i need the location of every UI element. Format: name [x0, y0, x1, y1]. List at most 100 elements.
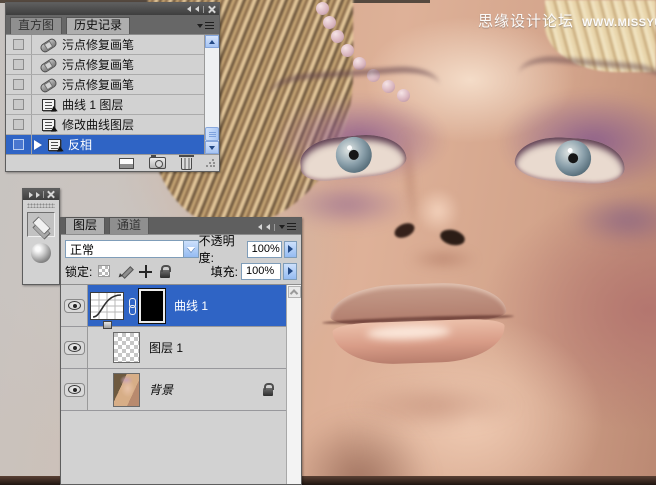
history-item-selected[interactable]: 反相 [6, 135, 204, 155]
history-panel: 直方图 历史记录 污点修复画笔 污点修复画笔 污点修复画笔 曲线 1 图层 修改… [5, 2, 220, 172]
history-item-label: 污点修复画笔 [62, 38, 135, 52]
layers-panel: 图层 通道 正常 不透明度: 100% 锁定: 填充: 100% 曲线 1 图层… [60, 217, 302, 485]
layer-thumbnail-photo[interactable] [113, 372, 140, 407]
new-snapshot-button[interactable] [149, 155, 166, 169]
opacity-arrow-button[interactable] [284, 240, 297, 258]
history-item-label: 污点修复画笔 [62, 58, 135, 72]
dock-titlebar[interactable] [23, 189, 59, 200]
dock-layers-button[interactable] [27, 212, 55, 237]
history-state-icon [41, 98, 55, 111]
panel-resize-grip[interactable] [205, 158, 216, 169]
watermark: 思缘设计论坛 WWW.MISSYUAN.COM [478, 10, 656, 31]
layer-visibility-toggle[interactable] [63, 340, 85, 355]
close-icon[interactable] [208, 6, 215, 13]
layer-name[interactable]: 图层 1 [149, 339, 183, 356]
eye-icon [67, 301, 81, 310]
history-item[interactable]: 污点修复画笔 [6, 35, 204, 55]
lock-label: 锁定: [65, 264, 93, 279]
scroll-up-button[interactable] [287, 286, 301, 298]
history-item-label: 曲线 1 图层 [62, 98, 124, 112]
history-state-icon [47, 138, 61, 151]
healing-brush-icon [39, 58, 57, 71]
layers-header: 正常 不透明度: 100% 锁定: 填充: 100% [61, 234, 301, 284]
delete-state-button[interactable] [179, 155, 194, 170]
history-item[interactable]: 曲线 1 图层 [6, 95, 204, 115]
history-item[interactable]: 修改曲线图层 [6, 115, 204, 135]
watermark-site-name: 思缘设计论坛 [478, 13, 575, 30]
history-item[interactable]: 污点修复画笔 [6, 55, 204, 75]
photo-pearl-band [316, 2, 329, 15]
blend-mode-value: 正常 [70, 242, 95, 257]
tab-history[interactable]: 历史记录 [66, 17, 131, 34]
layers-icon [30, 216, 52, 234]
fill-input[interactable]: 100% [241, 262, 281, 280]
history-tabstrip: 直方图 历史记录 [6, 15, 219, 35]
history-item-label: 污点修复画笔 [62, 78, 135, 92]
collapsed-panel-dock [22, 188, 60, 285]
expand-icon[interactable] [28, 191, 33, 198]
history-source-well[interactable] [13, 39, 24, 50]
history-panel-footer [6, 154, 219, 171]
panel-menu-icon[interactable] [197, 22, 214, 30]
layer-visibility-toggle[interactable] [63, 298, 85, 313]
opacity-label: 不透明度: [198, 234, 235, 265]
fill-arrow-button[interactable] [283, 262, 297, 280]
collapse-icon[interactable] [258, 224, 262, 230]
layers-list: 曲线 1 图层 1 背景 [61, 284, 301, 484]
layer-thumbnail-transparent[interactable] [113, 332, 140, 363]
blend-mode-select[interactable]: 正常 [65, 240, 199, 258]
layer-name[interactable]: 背景 [149, 381, 173, 398]
lock-pixels-icon[interactable] [118, 265, 131, 278]
history-list: 污点修复画笔 污点修复画笔 污点修复画笔 曲线 1 图层 修改曲线图层 反相 [6, 35, 219, 155]
history-state-icon [41, 118, 55, 131]
close-icon[interactable] [47, 191, 54, 198]
history-source-well[interactable] [13, 99, 24, 110]
history-item-label: 修改曲线图层 [62, 118, 135, 132]
tab-channels[interactable]: 通道 [109, 217, 150, 234]
history-panel-titlebar[interactable] [6, 3, 219, 15]
scroll-up-button[interactable] [205, 35, 219, 48]
collapse-icon[interactable] [187, 6, 191, 12]
layer-mask-thumbnail[interactable] [138, 287, 166, 324]
history-source-well[interactable] [13, 59, 24, 70]
history-state-marker[interactable] [34, 139, 42, 150]
layers-tabstrip: 图层 通道 [61, 217, 301, 235]
dock-drag-texture[interactable] [27, 203, 55, 208]
dock-adjustments-button[interactable] [27, 237, 55, 263]
chevron-down-icon[interactable] [182, 241, 198, 257]
photoshop-workspace: 思缘设计论坛 WWW.MISSYUAN.COM 直方图 历史记录 污点修复画笔 [0, 0, 656, 485]
history-source-well[interactable] [13, 139, 24, 150]
history-item-label: 反相 [68, 138, 93, 152]
panel-menu-icon[interactable] [279, 223, 296, 231]
layer-row-layer1[interactable]: 图层 1 [61, 327, 286, 369]
tab-histogram[interactable]: 直方图 [10, 17, 63, 34]
sphere-icon [31, 242, 51, 263]
healing-brush-icon [39, 78, 57, 91]
background-lock-icon [263, 383, 274, 396]
history-source-well[interactable] [13, 119, 24, 130]
layer-row-curves[interactable]: 曲线 1 [61, 285, 286, 327]
curves-adjustment-thumbnail[interactable] [90, 291, 124, 320]
new-document-from-state-button[interactable] [119, 157, 134, 169]
scroll-down-button[interactable] [205, 141, 219, 154]
layer-name[interactable]: 曲线 1 [174, 297, 208, 314]
lock-all-icon[interactable] [160, 264, 172, 278]
watermark-site-url: WWW.MISSYUAN.COM [582, 17, 656, 29]
opacity-input[interactable]: 100% [246, 240, 283, 258]
scroll-thumb[interactable] [205, 127, 219, 141]
history-item[interactable]: 污点修复画笔 [6, 75, 204, 95]
fill-label: 填充: [210, 264, 238, 279]
layers-scrollbar[interactable] [286, 285, 301, 484]
eye-icon [67, 343, 81, 352]
tab-layers[interactable]: 图层 [65, 217, 106, 234]
healing-brush-icon [39, 38, 57, 51]
layer-row-background[interactable]: 背景 [61, 369, 286, 411]
history-source-well[interactable] [13, 79, 24, 90]
eye-icon [67, 385, 81, 394]
lock-transparency-icon[interactable] [98, 265, 111, 277]
mask-link-icon[interactable] [127, 297, 136, 315]
layer-visibility-toggle[interactable] [63, 382, 85, 397]
scroll-track[interactable] [205, 48, 219, 127]
lock-position-icon[interactable] [139, 264, 153, 278]
history-scrollbar[interactable] [204, 35, 219, 154]
